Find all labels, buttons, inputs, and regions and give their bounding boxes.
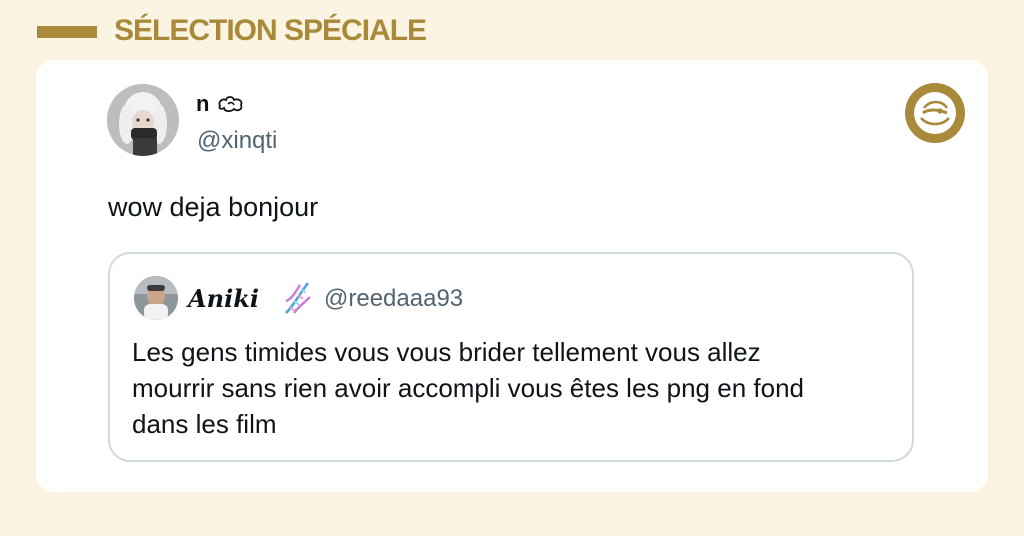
header-accent-bar <box>37 26 97 38</box>
post-card[interactable]: n @xinqti wow deja bonjour 𝑨𝒏𝒊𝒌� <box>36 60 988 492</box>
brand-seal-icon <box>902 80 968 146</box>
dna-icon <box>282 281 312 315</box>
avatar-image <box>107 84 179 156</box>
quoted-post[interactable]: 𝑨𝒏𝒊𝒌𝒊 @reedaaa93 Les gens timides vous v… <box>108 252 914 462</box>
post-text: wow deja bonjour <box>108 192 319 222</box>
quote-author-handle[interactable]: @reedaaa93 <box>324 284 463 314</box>
author-avatar[interactable] <box>107 84 179 156</box>
quote-author-name[interactable]: 𝑨𝒏𝒊𝒌𝒊 <box>188 284 259 314</box>
quote-author-avatar[interactable] <box>134 276 178 320</box>
author-handle[interactable]: @xinqti <box>197 126 277 156</box>
quote-avatar-image <box>134 276 178 320</box>
quote-text: Les gens timides vous vous brider tellem… <box>132 337 804 439</box>
section-title: SÉLECTION SPÉCIALE <box>114 14 427 47</box>
author-name[interactable]: n <box>196 90 246 118</box>
author-name-text: n <box>196 91 216 116</box>
cloud-doodle-icon <box>218 96 242 113</box>
